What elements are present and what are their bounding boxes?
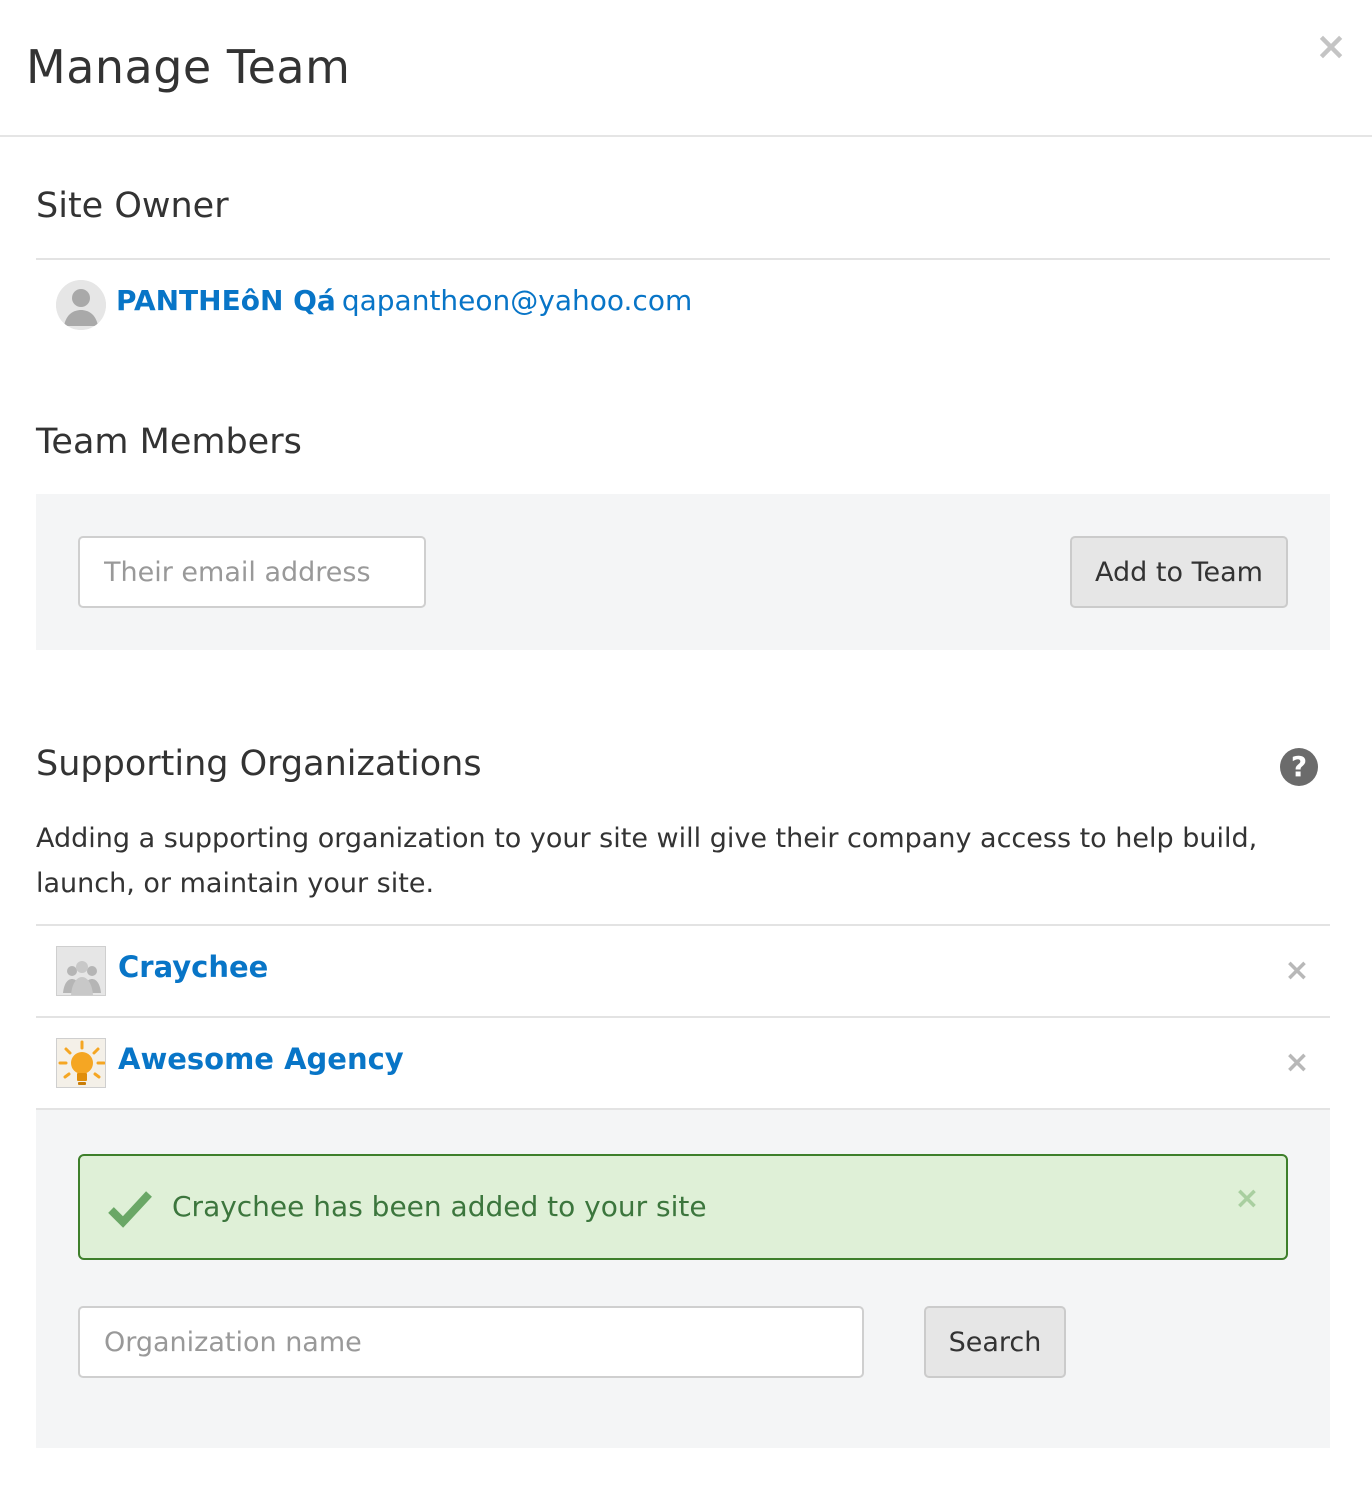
- lightbulb-icon: [56, 1038, 106, 1088]
- org-name-link[interactable]: Craychee: [118, 950, 268, 984]
- manage-team-modal: Manage Team × Site Owner PANTHEôN Qá qapa…: [0, 0, 1372, 1506]
- owner-info: PANTHEôN Qá qapantheon@yahoo.com: [116, 284, 692, 317]
- organization-name-input[interactable]: [78, 1306, 864, 1378]
- modal-title: Manage Team: [26, 40, 351, 94]
- supporting-organizations-heading: Supporting Organizations: [36, 744, 482, 784]
- avatar-placeholder-icon: [56, 280, 106, 330]
- close-icon[interactable]: ×: [1314, 26, 1348, 66]
- help-icon[interactable]: ?: [1280, 748, 1318, 786]
- email-field[interactable]: [78, 536, 426, 608]
- success-alert: Craychee has been added to your site ×: [78, 1154, 1288, 1260]
- modal-header: Manage Team ×: [0, 0, 1372, 137]
- owner-email-link[interactable]: qapantheon@yahoo.com: [342, 284, 692, 317]
- add-to-team-button[interactable]: Add to Team: [1070, 536, 1288, 608]
- group-placeholder-icon: [56, 946, 106, 996]
- owner-name-link[interactable]: PANTHEôN Qá: [116, 284, 336, 317]
- remove-icon[interactable]: ×: [1282, 1048, 1312, 1078]
- divider: [36, 258, 1330, 260]
- list-item: Awesome Agency ×: [36, 1016, 1330, 1108]
- site-owner-heading: Site Owner: [36, 186, 229, 226]
- list-item: Craychee ×: [36, 924, 1330, 1016]
- remove-icon[interactable]: ×: [1282, 956, 1312, 986]
- search-button[interactable]: Search: [924, 1306, 1066, 1378]
- alert-message: Craychee has been added to your site: [172, 1190, 707, 1223]
- add-organization-panel: Craychee has been added to your site × S…: [36, 1108, 1330, 1448]
- team-members-panel: Add to Team: [36, 494, 1330, 650]
- supporting-organizations-description: Adding a supporting organization to your…: [36, 823, 1258, 899]
- org-name-link[interactable]: Awesome Agency: [118, 1042, 404, 1076]
- team-members-heading: Team Members: [36, 422, 302, 462]
- close-icon[interactable]: ×: [1232, 1184, 1262, 1214]
- checkmark-icon: [108, 1188, 152, 1228]
